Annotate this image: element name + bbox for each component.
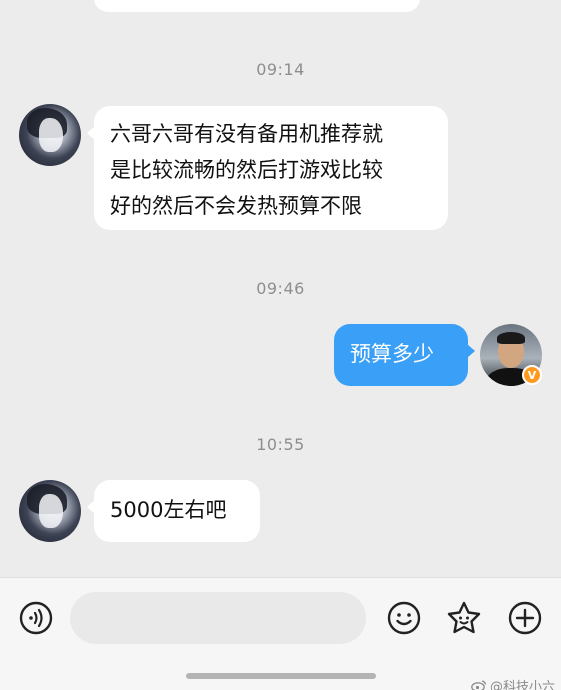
message-line: 六哥六哥有没有备用机推荐就 (110, 122, 383, 146)
message-text: 5000左右吧 (110, 498, 227, 522)
voice-icon[interactable] (17, 599, 55, 637)
watermark: @科技小六 (471, 676, 555, 690)
weibo-logo-icon (471, 680, 487, 690)
message-bubble-incoming[interactable]: 六哥六哥有没有备用机推荐就 是比较流畅的然后打游戏比较 好的然后不会发热预算不限 (87, 106, 448, 230)
chat-screen: 09:14 六哥六哥有没有备用机推荐就 是比较流畅的然后打游戏比较 好的然后不会… (0, 0, 561, 690)
verified-badge-icon: V (522, 365, 542, 385)
home-indicator[interactable] (186, 673, 376, 679)
contact-avatar[interactable] (19, 104, 81, 166)
timestamp: 09:14 (256, 60, 305, 79)
message-line: 是比较流畅的然后打游戏比较 (110, 158, 383, 182)
timestamp: 10:55 (256, 435, 305, 454)
message-input[interactable] (70, 592, 366, 644)
message-bubble-incoming[interactable]: 5000左右吧 (87, 480, 260, 542)
message-bubble-outgoing[interactable]: 预算多少 (334, 324, 475, 386)
watermark-text: @科技小六 (489, 680, 555, 690)
previous-message-bubble (94, 0, 420, 12)
message-line: 好的然后不会发热预算不限 (110, 194, 362, 218)
message-text: 预算多少 (350, 342, 434, 366)
emoji-icon[interactable] (385, 599, 423, 637)
chat-input-bar: @科技小六 (0, 577, 561, 690)
contact-avatar[interactable] (19, 480, 81, 542)
plus-icon[interactable] (506, 599, 544, 637)
sticker-icon[interactable] (445, 599, 483, 637)
timestamp: 09:46 (256, 279, 305, 298)
